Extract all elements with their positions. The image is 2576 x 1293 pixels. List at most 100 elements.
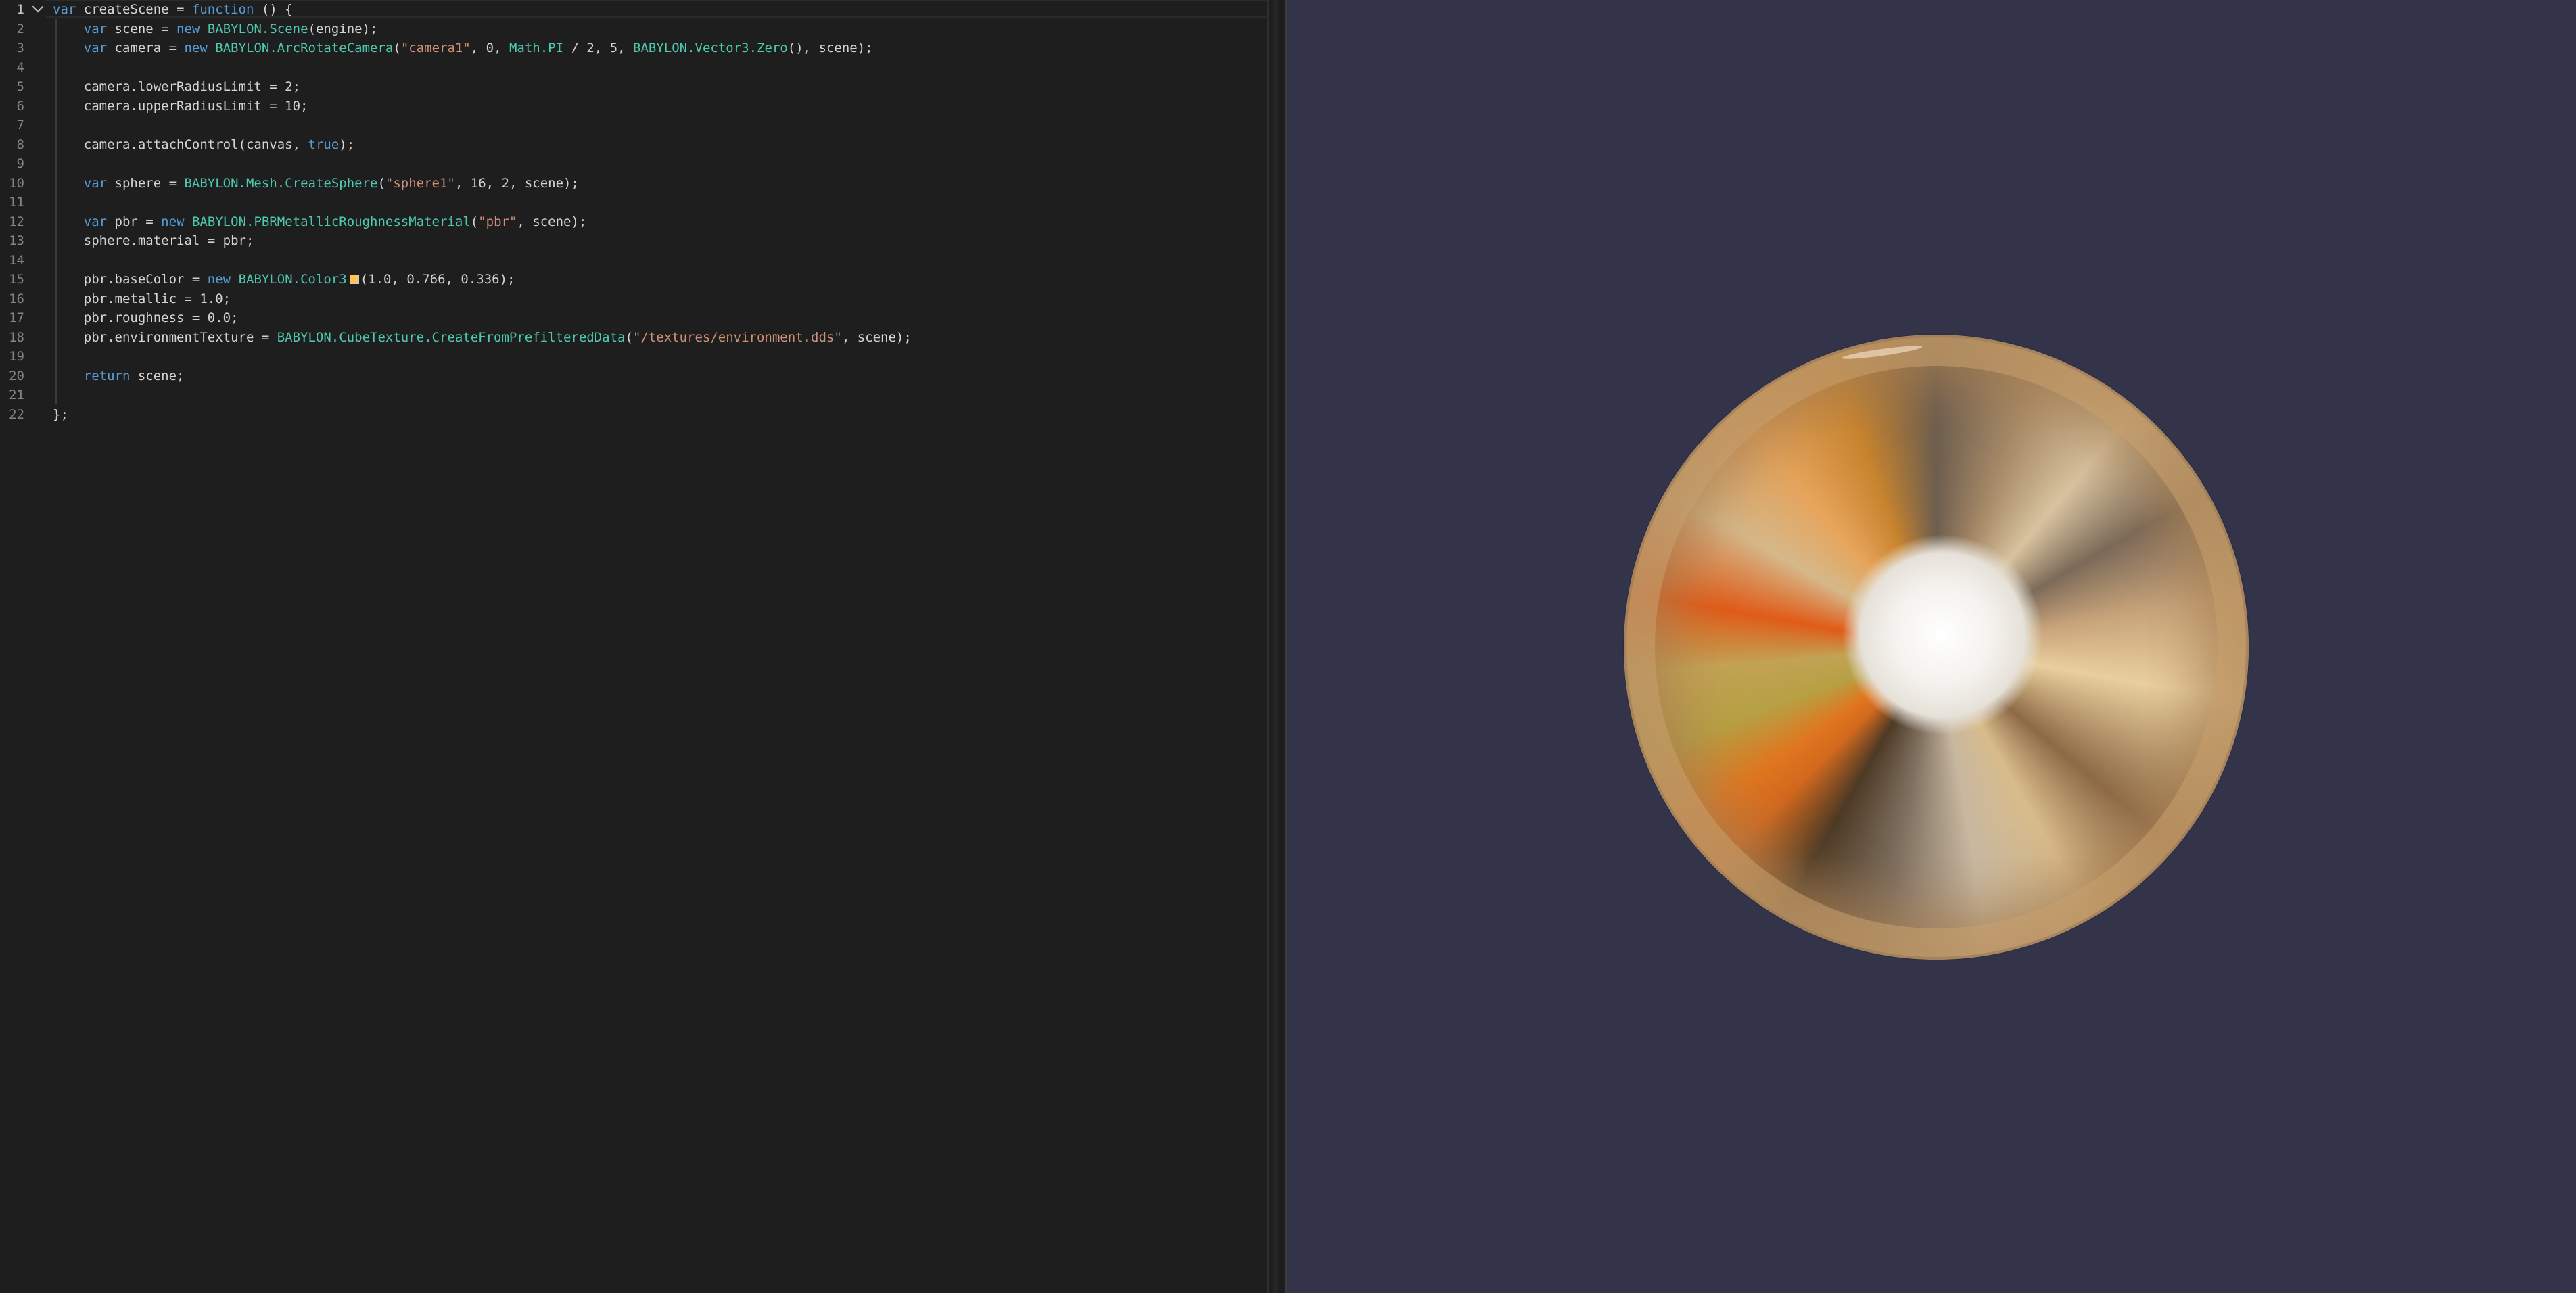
code-text: pbr.roughness = 0.0; xyxy=(53,308,239,328)
code-token: var xyxy=(53,2,76,17)
code-token: new xyxy=(161,214,185,229)
code-token: var xyxy=(83,41,108,55)
code-text: sphere.material = pbr; xyxy=(53,231,254,251)
code-token: pbr.environmentTexture = xyxy=(53,329,277,345)
code-token: (), scene); xyxy=(787,41,873,55)
code-text: var sphere = BABYLON.Mesh.CreateSphere("… xyxy=(53,174,579,193)
code-token: camera.attachControl(canvas, xyxy=(53,137,308,152)
line-number: 12 xyxy=(9,214,24,229)
color-swatch-icon[interactable] xyxy=(349,275,359,284)
fold-chevron-icon[interactable] xyxy=(32,1,44,13)
code-text: pbr.environmentTexture = BABYLON.CubeTex… xyxy=(53,328,912,348)
code-token: "pbr" xyxy=(478,214,517,229)
line-number: 5 xyxy=(16,79,24,94)
line-number: 22 xyxy=(9,406,24,422)
code-token: / 2, 5, xyxy=(563,41,634,55)
code-token: scene; xyxy=(130,368,185,383)
line-number: 6 xyxy=(16,98,24,114)
code-token: , 0, xyxy=(470,41,509,55)
code-token: createScene = xyxy=(76,2,192,17)
code-token: BABYLON.CubeTexture.CreateFromPrefiltere… xyxy=(277,329,626,345)
code-token: BABYLON.ArcRotateCamera xyxy=(215,41,394,55)
line-number: 17 xyxy=(9,310,24,325)
code-token: sphere.material = pbr; xyxy=(53,233,254,248)
code-token: "sphere1" xyxy=(385,175,455,191)
line-number: 9 xyxy=(16,156,24,171)
code-token: (1.0, 0.766, 0.336); xyxy=(360,272,515,287)
line-number: 15 xyxy=(9,272,24,287)
line-number: 20 xyxy=(9,368,24,383)
code-text: pbr.metallic = 1.0; xyxy=(53,289,231,309)
code-token: return xyxy=(83,368,131,383)
code-token: pbr = xyxy=(107,214,162,229)
line-number: 10 xyxy=(9,175,24,191)
code-token: sphere = xyxy=(107,175,185,191)
code-token: pbr.metallic = 1.0; xyxy=(53,291,231,306)
line-number: 1 xyxy=(16,2,24,17)
code-token: ( xyxy=(393,41,401,55)
code-token: pbr.roughness = 0.0; xyxy=(53,310,239,325)
code-token: ( xyxy=(470,214,479,229)
code-token: "/textures/environment.dds" xyxy=(632,329,842,345)
code-text: camera.lowerRadiusLimit = 2; xyxy=(53,77,300,97)
line-number: 13 xyxy=(9,233,24,248)
code-token: true xyxy=(308,137,339,152)
code-token: function xyxy=(191,2,254,17)
code-token: var xyxy=(83,214,108,229)
code-editor[interactable]: 1 var createScene = function () { 2 var sc… xyxy=(0,0,1267,1293)
code-token: BABYLON.PBRMetallicRoughnessMaterial xyxy=(191,214,471,229)
code-token: BABYLON.Mesh.CreateSphere xyxy=(184,175,378,191)
code-text: var scene = new BABYLON.Scene(engine); xyxy=(53,20,378,39)
line-number: 8 xyxy=(16,137,24,152)
code-token: (engine); xyxy=(308,21,378,37)
code-token: new xyxy=(184,41,208,55)
code-text: camera.upperRadiusLimit = 10; xyxy=(53,97,308,116)
code-token: scene = xyxy=(107,21,177,37)
code-token: camera.upperRadiusLimit = 10; xyxy=(53,98,308,114)
line-number: 4 xyxy=(16,60,24,75)
code-token: ( xyxy=(625,329,633,345)
line-number: 7 xyxy=(16,118,24,133)
line-number: 21 xyxy=(9,387,24,402)
code-token: camera.lowerRadiusLimit = 2; xyxy=(53,79,301,94)
render-viewport[interactable] xyxy=(1287,0,2576,1293)
sphere-rim xyxy=(1624,335,2249,960)
code-token: ); xyxy=(339,137,355,152)
code-text: camera.attachControl(canvas, true); xyxy=(53,135,354,155)
line-number: 2 xyxy=(16,21,24,37)
code-text: return scene; xyxy=(53,367,185,386)
code-token: ( xyxy=(377,175,385,191)
line-number: 19 xyxy=(9,349,24,364)
code-token: , scene); xyxy=(517,214,587,229)
code-text: var pbr = new BABYLON.PBRMetallicRoughne… xyxy=(53,212,587,232)
scrollbar-track[interactable] xyxy=(1273,0,1278,1293)
code-token: BABYLON.Scene xyxy=(207,21,308,37)
code-token: () { xyxy=(254,2,293,17)
code-token: var xyxy=(83,175,108,191)
code-token: BABYLON.Color3 xyxy=(238,272,347,287)
line-number: 14 xyxy=(9,252,24,268)
editor-scrollbar[interactable] xyxy=(1267,0,1285,1293)
code-token: , scene); xyxy=(841,329,912,345)
code-token: new xyxy=(207,272,231,287)
code-token: }; xyxy=(53,406,68,422)
code-text: var camera = new BABYLON.ArcRotateCamera… xyxy=(53,39,873,58)
code-token: pbr.baseColor = xyxy=(53,272,208,287)
line-number: 3 xyxy=(16,41,24,55)
code-token: "camera1" xyxy=(400,41,471,55)
code-token: new xyxy=(177,21,200,37)
line-number: 18 xyxy=(9,329,24,345)
code-text: pbr.baseColor = new BABYLON.Color3 (1.0, … xyxy=(53,270,515,289)
line-number: 11 xyxy=(9,195,24,210)
code-text: }; xyxy=(53,405,68,425)
line-number: 16 xyxy=(9,291,24,306)
code-text: var createScene = function () { xyxy=(53,0,293,20)
